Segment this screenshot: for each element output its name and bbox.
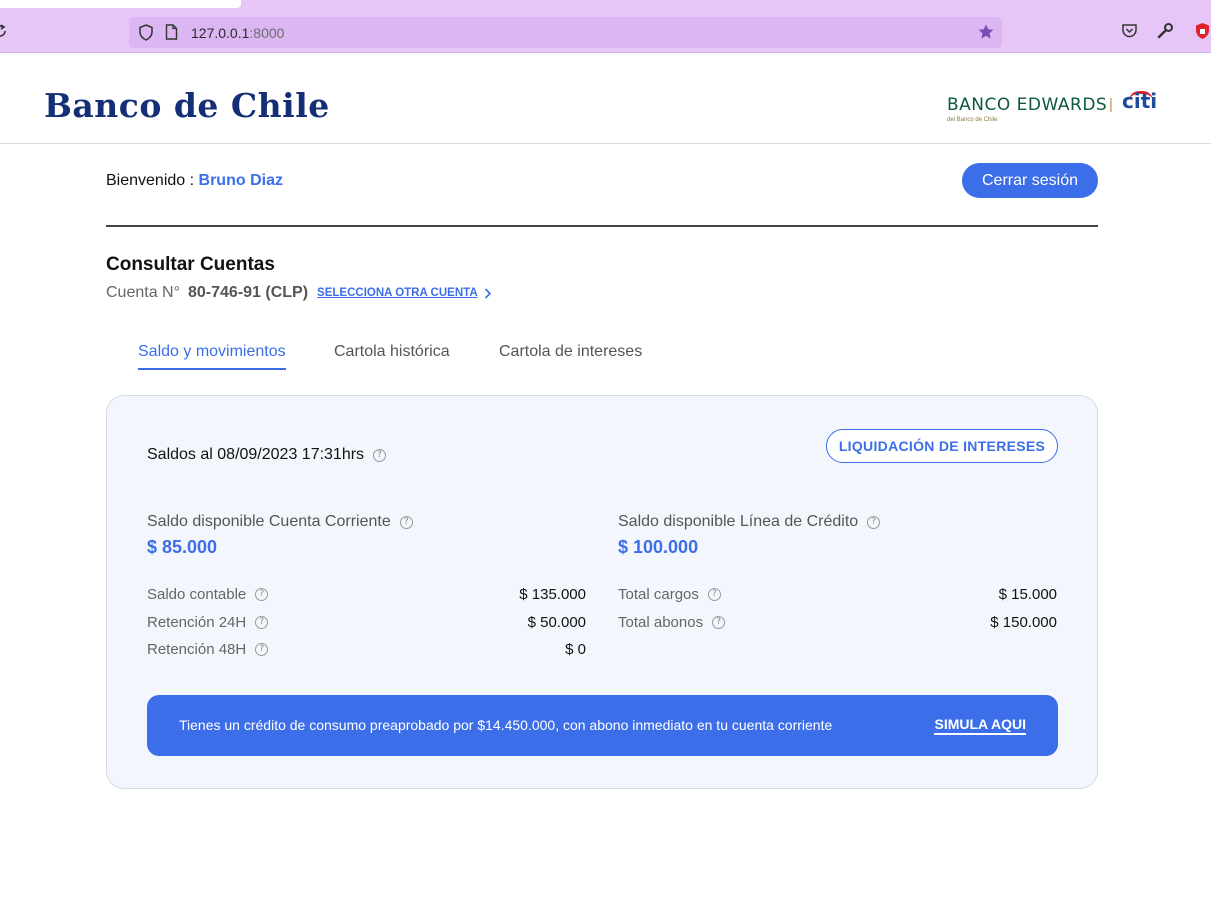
balance-row-value: $ 50.000	[527, 614, 586, 631]
reload-icon[interactable]	[0, 23, 8, 39]
account-label: Cuenta N°	[106, 284, 180, 301]
banco-edwards-logo[interactable]: BANCO EDWARDS	[947, 95, 1107, 115]
balance-row-label: Total cargos?	[618, 586, 721, 603]
balance-row-label: Retención 48H?	[147, 641, 269, 658]
help-icon[interactable]: ?	[255, 616, 269, 629]
logo-separator: |	[1109, 96, 1113, 113]
header-divider	[106, 225, 1098, 227]
balance-row-label: Saldo contable?	[147, 586, 269, 603]
user-name: Bruno Diaz	[198, 172, 283, 189]
help-icon[interactable]: ?	[373, 448, 387, 462]
address-bar[interactable]: 127.0.0.1:8000	[129, 17, 1002, 48]
wrench-icon[interactable]	[1157, 22, 1174, 39]
pocket-icon[interactable]	[1121, 22, 1138, 39]
help-icon[interactable]: ?	[707, 588, 721, 601]
balance-row-value: $ 15.000	[998, 586, 1057, 603]
tab-cartola-historica[interactable]: Cartola histórica	[334, 343, 450, 361]
credit-line-available-amount: $ 100.000	[618, 537, 699, 557]
help-icon[interactable]: ?	[712, 616, 726, 629]
page-icon	[165, 24, 178, 40]
help-icon[interactable]: ?	[399, 515, 413, 529]
chevron-right-icon	[484, 287, 491, 299]
balance-row-value: $ 0	[565, 641, 586, 658]
interest-liquidation-button[interactable]: LIQUIDACIÓN DE INTERESES	[826, 429, 1058, 463]
banco-de-chile-logo[interactable]: Banco de Chile	[44, 86, 330, 125]
shield-icon[interactable]	[138, 24, 154, 41]
site-header: Banco de Chile BANCO EDWARDS del Banco d…	[0, 53, 1211, 144]
tab-saldo-movimientos[interactable]: Saldo y movimientos	[138, 343, 286, 361]
browser-tab[interactable]	[0, 0, 241, 8]
checking-available-title: Saldo disponible Cuenta Corriente ?	[147, 513, 413, 531]
balance-row-value: $ 135.000	[519, 586, 586, 603]
bookmark-star-icon[interactable]	[977, 23, 995, 41]
welcome-text: Bienvenido : Bruno Diaz	[106, 172, 283, 190]
checking-available-amount: $ 85.000	[147, 537, 218, 557]
tab-cartola-intereses[interactable]: Cartola de intereses	[499, 343, 642, 361]
balance-row-label: Total abonos?	[618, 614, 726, 631]
account-number: 80-746-91 (CLP)	[188, 284, 309, 301]
preapproved-credit-banner: Tienes un crédito de consumo preaprobado…	[147, 695, 1058, 756]
extension-shield-icon[interactable]	[1194, 22, 1211, 40]
help-icon[interactable]: ?	[867, 515, 881, 529]
select-other-account-link[interactable]: SELECCIONA OTRA CUENTA	[317, 287, 492, 299]
url-text: 127.0.0.1:8000	[191, 25, 285, 41]
promo-text: Tienes un crédito de consumo preaprobado…	[179, 717, 833, 733]
balance-card: Saldos al 08/09/2023 17:31hrs ? LIQUIDAC…	[106, 395, 1098, 789]
active-tab-indicator	[138, 368, 286, 370]
account-selector: Cuenta N° 80-746-91 (CLP) SELECCIONA OTR…	[106, 284, 492, 302]
help-icon[interactable]: ?	[255, 643, 269, 656]
credit-line-available-title: Saldo disponible Línea de Crédito ?	[618, 513, 881, 531]
browser-toolbar: 127.0.0.1:8000	[0, 0, 1211, 53]
balance-row-value: $ 150.000	[990, 614, 1057, 631]
logout-button[interactable]: Cerrar sesión	[962, 163, 1098, 198]
welcome-label: Bienvenido :	[106, 172, 199, 189]
citi-logo[interactable]: citi	[1122, 89, 1157, 113]
balance-row-label: Retención 24H?	[147, 614, 269, 631]
help-icon[interactable]: ?	[255, 588, 269, 601]
banco-edwards-subtitle: del Banco de Chile	[947, 117, 998, 123]
balance-date: Saldos al 08/09/2023 17:31hrs ?	[147, 446, 387, 464]
simulate-link[interactable]: SIMULA AQUI	[934, 716, 1026, 735]
page-title: Consultar Cuentas	[106, 254, 275, 275]
